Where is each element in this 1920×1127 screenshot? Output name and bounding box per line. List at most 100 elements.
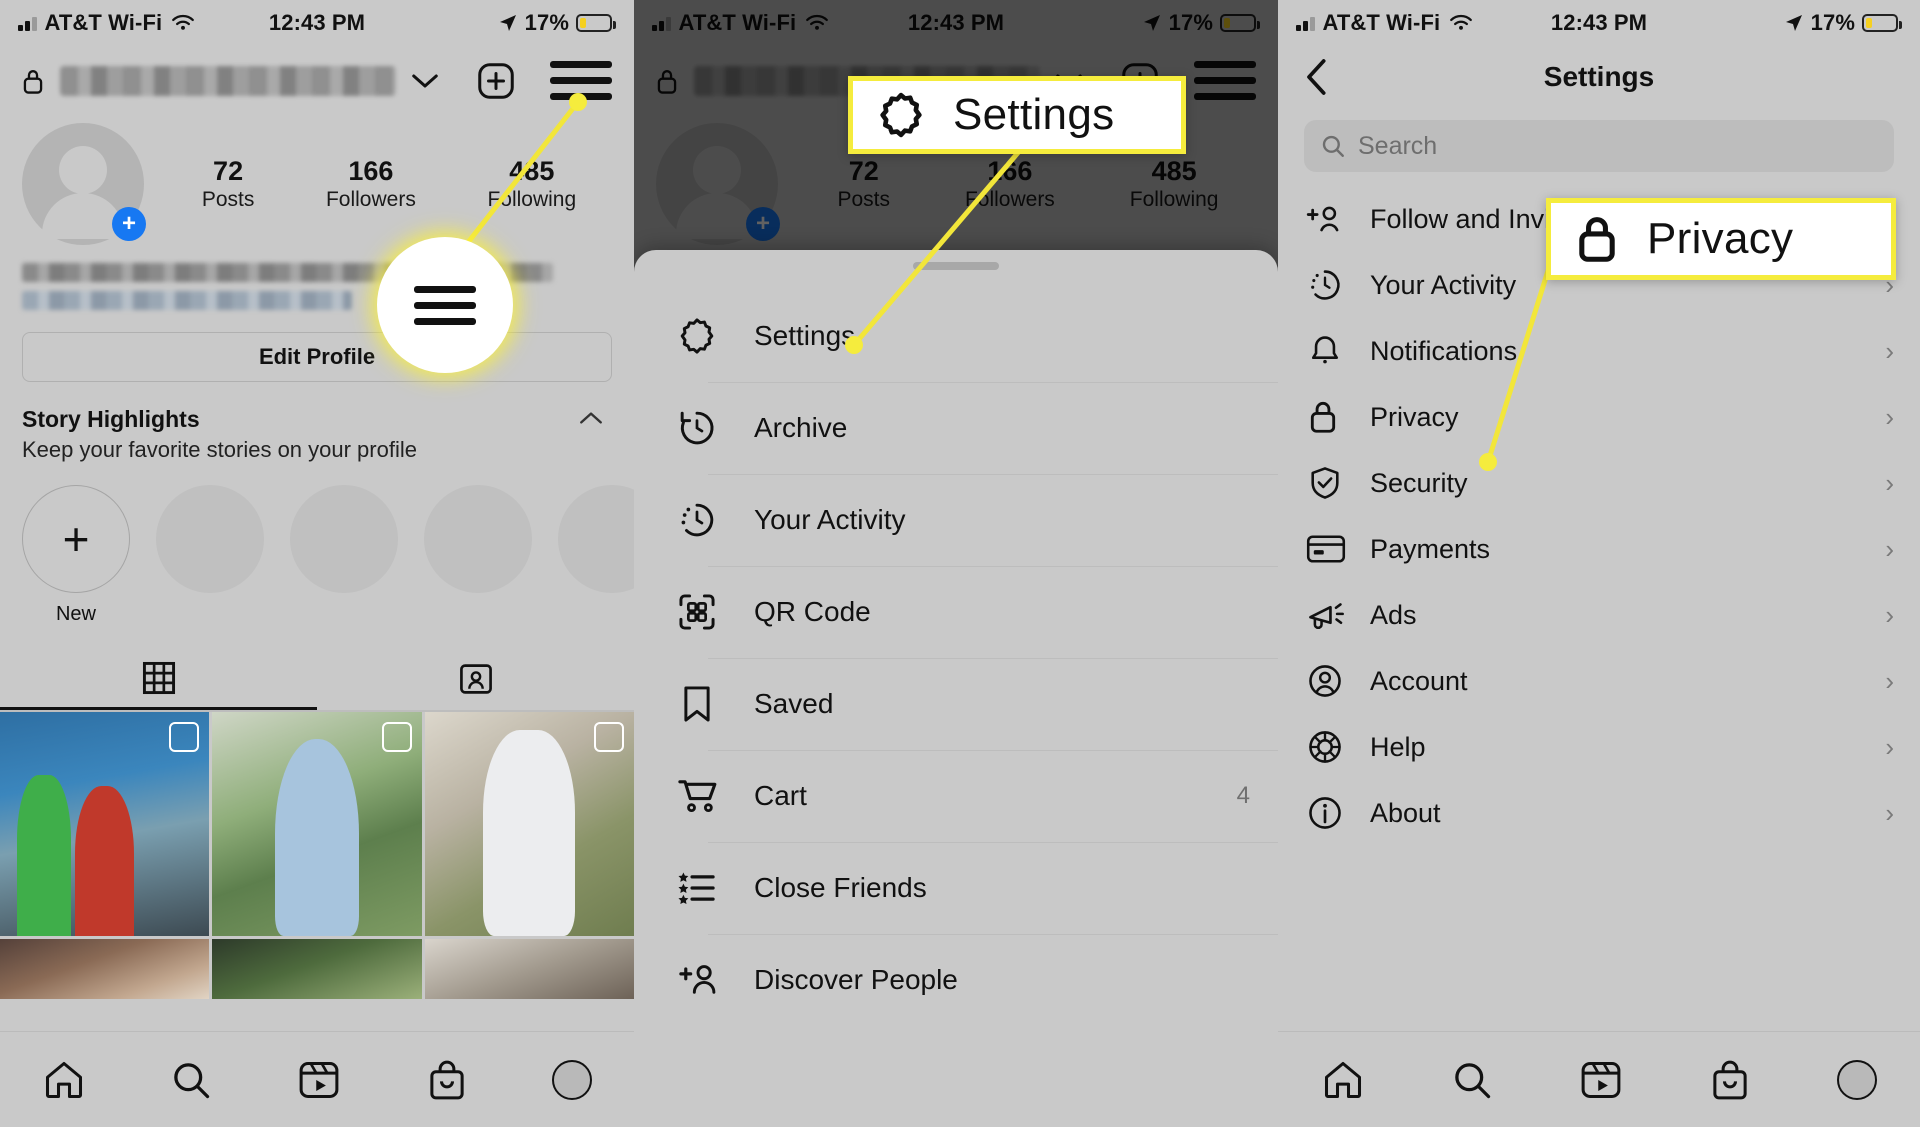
stat-value: 166 <box>348 156 394 187</box>
menu-item-archive[interactable]: Archive <box>634 382 1278 474</box>
reels-icon[interactable] <box>1579 1058 1623 1102</box>
highlight-item[interactable] <box>424 485 532 593</box>
archive-clock-icon <box>676 407 734 449</box>
profile-stats-row: + 72 Posts 166 Followers 485 Following <box>0 119 634 245</box>
edit-profile-button[interactable]: Edit Profile <box>22 332 612 382</box>
tab-tagged[interactable] <box>317 648 634 710</box>
hamburger-menu-icon[interactable] <box>1194 52 1256 109</box>
stat-label: Followers <box>325 187 416 211</box>
search-icon[interactable] <box>169 1058 213 1102</box>
settings-item-label: Payments <box>1370 533 1491 564</box>
settings-list: Follow and Invite Friends › Your Activit… <box>1278 186 1920 846</box>
stat-value: 72 <box>213 156 244 187</box>
stat-group: 72 Posts 166 Followers 485 Following <box>778 156 1256 211</box>
highlight-new-button[interactable]: + New <box>22 485 130 626</box>
chevron-right-icon: › <box>1885 797 1894 828</box>
search-placeholder: Search <box>1358 131 1438 160</box>
stat-group: 72 Posts 166 Followers 485 Following <box>144 156 612 211</box>
post-thumbnail[interactable] <box>0 712 210 936</box>
battery-percent-label: 17% <box>1810 10 1855 35</box>
stat-posts[interactable]: 72 Posts <box>202 156 255 211</box>
cellular-bars-icon <box>18 15 37 31</box>
settings-item-help[interactable]: Help › <box>1278 714 1920 780</box>
status-right: 17% <box>1142 10 1260 36</box>
chevron-right-icon: › <box>1885 335 1894 366</box>
battery-percent-label: 17% <box>524 10 569 35</box>
plus-circle-icon[interactable]: + <box>746 207 780 241</box>
profile-avatar-icon[interactable] <box>552 1059 593 1100</box>
credit-card-icon <box>1306 532 1354 566</box>
home-icon[interactable] <box>1321 1058 1365 1102</box>
wifi-icon <box>172 14 195 30</box>
profile-avatar-icon[interactable] <box>1837 1059 1878 1100</box>
status-left: AT&T Wi-Fi <box>652 10 830 36</box>
settings-item-payments[interactable]: Payments › <box>1278 516 1920 582</box>
menu-item-discover-people[interactable]: Discover People <box>634 934 1278 1026</box>
settings-item-about[interactable]: About › <box>1278 780 1920 846</box>
post-thumbnail[interactable] <box>424 939 634 999</box>
discover-people-icon <box>676 958 734 1002</box>
settings-item-privacy[interactable]: Privacy › <box>1278 384 1920 450</box>
status-bar-right: AT&T Wi-Fi 12:43 PM 17% <box>1278 0 1920 46</box>
story-highlights-section: Story Highlights Keep your favorite stor… <box>0 382 634 626</box>
menu-item-qr-code[interactable]: QR Code <box>634 566 1278 658</box>
stat-posts[interactable]: 72 Posts <box>837 156 890 211</box>
megaphone-icon <box>1306 597 1354 633</box>
stat-followers[interactable]: 166 Followers <box>326 156 416 211</box>
reels-icon[interactable] <box>297 1058 341 1102</box>
chevron-up-icon[interactable] <box>578 410 604 426</box>
highlight-item[interactable] <box>558 485 634 593</box>
callout-privacy: Privacy <box>1546 198 1896 280</box>
chevron-left-icon[interactable] <box>1304 57 1330 97</box>
plus-square-icon[interactable] <box>476 61 516 101</box>
tab-grid[interactable] <box>0 648 317 710</box>
menu-item-your-activity[interactable]: Your Activity <box>634 474 1278 566</box>
highlight-new-label: New <box>55 603 96 625</box>
post-thumbnail[interactable] <box>212 939 422 999</box>
status-bar-middle: AT&T Wi-Fi 12:43 PM 17% <box>634 0 1278 46</box>
avatar[interactable]: + <box>22 123 146 245</box>
shop-bag-icon[interactable] <box>425 1058 469 1102</box>
close-friends-list-icon <box>676 867 734 909</box>
info-circle-icon <box>1306 794 1354 832</box>
stat-value: 72 <box>848 156 879 187</box>
battery-icon <box>1862 14 1902 32</box>
chevron-down-icon[interactable] <box>410 71 440 91</box>
settings-item-label: Privacy <box>1370 401 1459 432</box>
grid-icon <box>142 661 175 694</box>
menu-item-close-friends[interactable]: Close Friends <box>634 842 1278 934</box>
carrier-label: AT&T Wi-Fi <box>678 10 797 35</box>
stat-following[interactable]: 485 Following <box>487 156 576 211</box>
plus-circle-icon[interactable]: + <box>112 207 146 241</box>
stat-following[interactable]: 485 Following <box>1130 156 1219 211</box>
drag-handle[interactable] <box>913 262 999 270</box>
settings-item-account[interactable]: Account › <box>1278 648 1920 714</box>
menu-item-label: Cart <box>754 780 807 811</box>
menu-item-settings[interactable]: Settings <box>634 290 1278 382</box>
battery-percent-label: 17% <box>1168 10 1213 35</box>
settings-item-notifications[interactable]: Notifications › <box>1278 318 1920 384</box>
post-grid <box>0 712 634 999</box>
post-thumbnail[interactable] <box>212 712 422 936</box>
menu-item-saved[interactable]: Saved <box>634 658 1278 750</box>
menu-item-cart[interactable]: Cart 4 <box>634 750 1278 842</box>
phone-panel-menu-sheet: AT&T Wi-Fi 12:43 PM 17% + 72 Posts 166 F… <box>634 0 1278 1127</box>
highlight-item[interactable] <box>290 485 398 593</box>
callout-label: Privacy <box>1647 214 1794 263</box>
post-thumbnail[interactable] <box>424 712 634 936</box>
highlights-title: Story Highlights <box>22 406 200 432</box>
post-thumbnail[interactable] <box>0 939 210 999</box>
bottom-nav-right <box>1278 1031 1920 1127</box>
activity-clock-icon <box>676 499 734 541</box>
highlight-item[interactable] <box>156 485 264 593</box>
search-icon[interactable] <box>1450 1058 1494 1102</box>
avatar[interactable]: + <box>656 123 780 245</box>
hamburger-menu-icon[interactable] <box>550 52 612 109</box>
search-input[interactable]: Search <box>1304 120 1894 172</box>
home-icon[interactable] <box>42 1058 86 1102</box>
shop-bag-icon[interactable] <box>1708 1058 1752 1102</box>
settings-item-security[interactable]: Security › <box>1278 450 1920 516</box>
settings-item-ads[interactable]: Ads › <box>1278 582 1920 648</box>
stat-followers[interactable]: 166 Followers <box>965 156 1055 211</box>
multi-photo-icon <box>164 722 200 755</box>
